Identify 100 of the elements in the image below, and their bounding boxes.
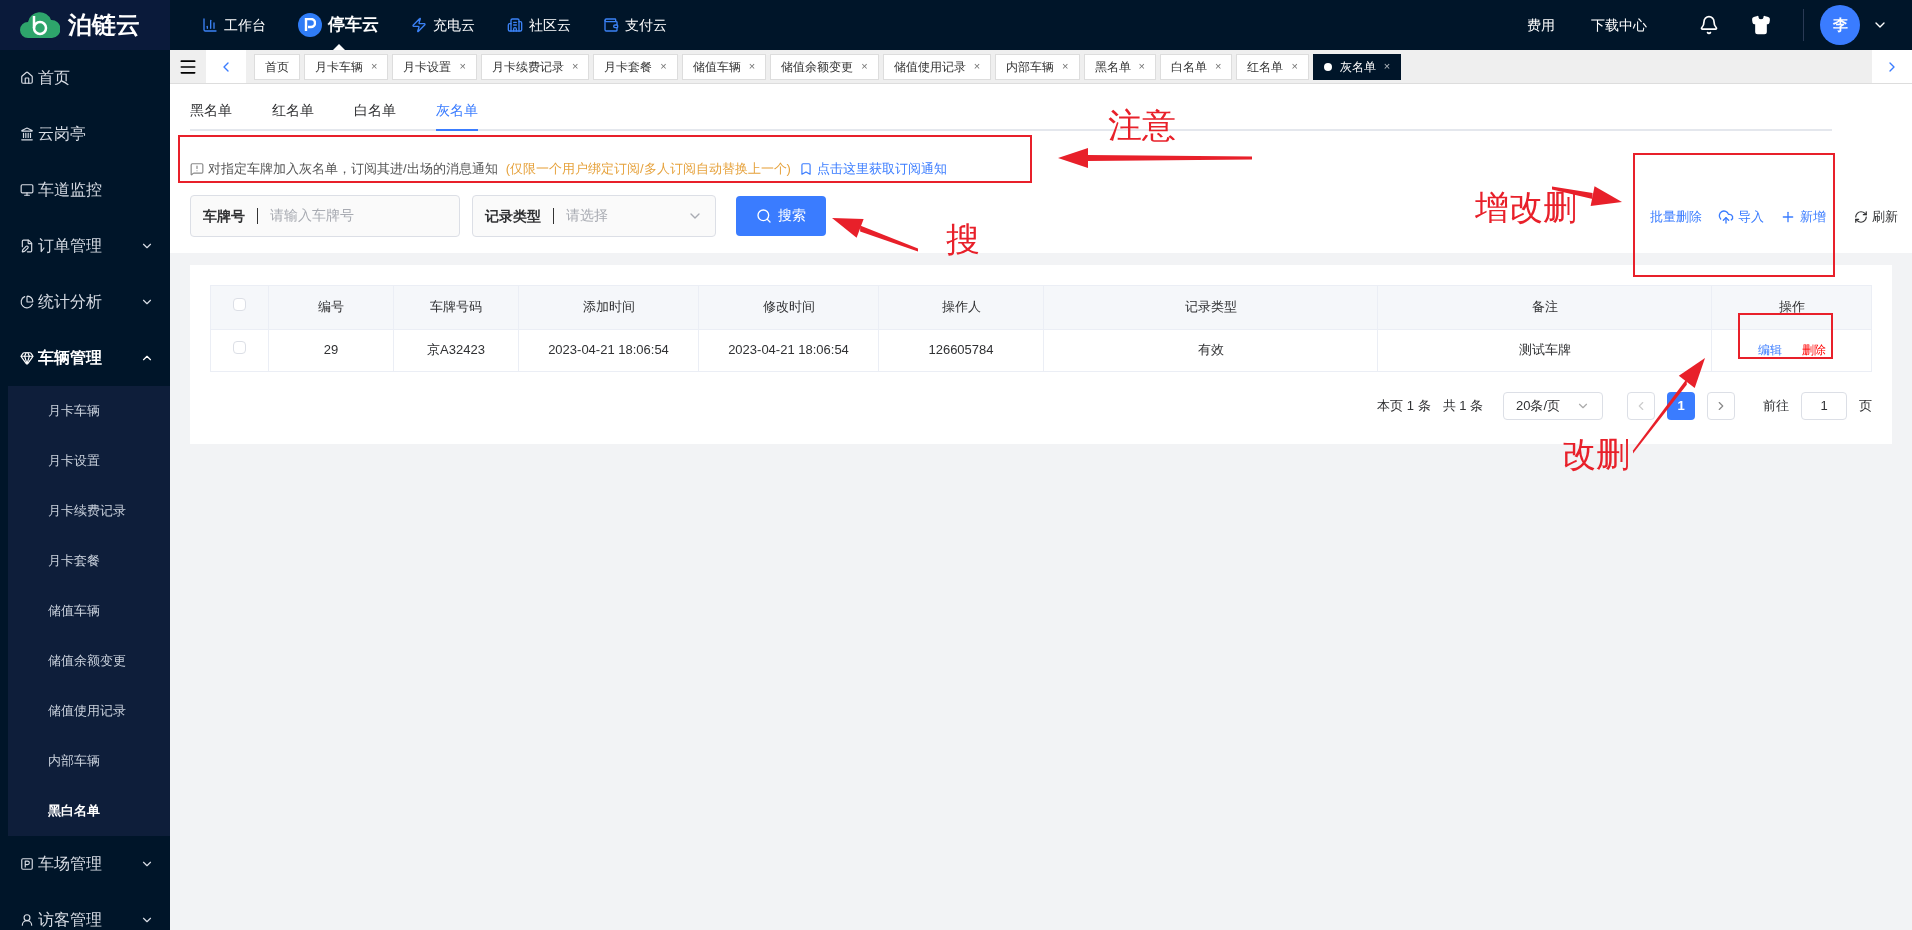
monitor-icon xyxy=(20,183,34,197)
close-icon[interactable]: × xyxy=(1291,58,1298,75)
chart-icon xyxy=(202,17,218,33)
page-tab[interactable]: 储值余额变更 × xyxy=(770,53,879,80)
top-link[interactable]: 下载中心 xyxy=(1591,14,1647,36)
delete-link[interactable]: 删除 xyxy=(1801,341,1826,359)
list-tab[interactable]: 黑名单 xyxy=(190,92,232,131)
search-button[interactable]: 搜索 xyxy=(736,195,826,236)
page-suffix: 页 xyxy=(1859,396,1872,415)
page-tab[interactable]: 黑名单 × xyxy=(1083,53,1156,80)
page-size-select[interactable]: 20条/页 xyxy=(1503,391,1603,420)
close-icon[interactable]: × xyxy=(1062,58,1069,75)
top-link[interactable]: 费用 xyxy=(1527,14,1555,36)
table-cell: 有效 xyxy=(1043,329,1378,371)
page-tab[interactable]: 储值车辆 × xyxy=(681,53,767,80)
page-tab[interactable]: 月卡套餐 × xyxy=(593,53,678,80)
close-icon[interactable]: × xyxy=(660,58,667,75)
user-avatar[interactable]: 李 xyxy=(1820,5,1860,45)
record-type-field[interactable]: 记录类型 请选择 xyxy=(472,194,716,237)
toolbar-action[interactable]: 批量删除 xyxy=(1650,207,1702,227)
sidebar-item[interactable]: 车道监控 xyxy=(0,162,170,218)
sidebar-item[interactable]: 云岗亭 xyxy=(0,106,170,162)
toolbar-action[interactable]: 刷新 xyxy=(1854,207,1898,227)
cloud-logo-icon xyxy=(20,10,60,40)
plate-number-input[interactable]: 请输入车牌号 xyxy=(270,205,447,226)
page-tab[interactable]: 灰名单 × xyxy=(1312,53,1402,80)
brand-name: 泊链云 xyxy=(68,10,140,40)
sidebar-item[interactable]: 访客管理 xyxy=(0,892,170,930)
sidebar-item[interactable]: 车场管理 xyxy=(0,836,170,892)
search-icon xyxy=(756,207,772,224)
row-checkbox[interactable] xyxy=(233,341,246,355)
submenu-item[interactable]: 月卡续费记录 xyxy=(8,486,170,536)
column-header: 备注 xyxy=(1377,285,1712,329)
close-icon[interactable]: × xyxy=(1383,58,1391,75)
page-count: 本页 1 条 xyxy=(1377,396,1431,415)
close-icon[interactable]: × xyxy=(861,58,868,75)
top-nav-link[interactable]: 工作台 xyxy=(202,0,266,50)
page-tab[interactable]: 白名单 × xyxy=(1159,53,1233,80)
submenu-item[interactable]: 内部车辆 xyxy=(8,736,170,786)
lightning-icon xyxy=(411,17,427,33)
toolbar-action[interactable]: 导入 xyxy=(1718,207,1764,227)
sidebar-item[interactable]: 车辆管理 xyxy=(0,330,170,386)
edit-icon xyxy=(20,239,34,253)
pie-chart-icon xyxy=(20,295,34,309)
goto-page-field[interactable]: 1 xyxy=(1801,391,1847,420)
page-tab[interactable]: 月卡车辆 × xyxy=(304,53,389,80)
submenu-item[interactable]: 储值车辆 xyxy=(8,586,170,636)
submenu-item[interactable]: 储值使用记录 xyxy=(8,686,170,736)
page-tab[interactable]: 储值使用记录 × xyxy=(882,53,992,80)
column-header: 添加时间 xyxy=(518,285,699,329)
page-tab[interactable]: 红名单 × xyxy=(1236,53,1309,80)
close-icon[interactable]: × xyxy=(1214,58,1222,75)
next-page-button[interactable] xyxy=(1707,391,1735,420)
column-header: 修改时间 xyxy=(698,285,879,329)
close-icon[interactable]: × xyxy=(371,58,378,75)
edit-link[interactable]: 编辑 xyxy=(1757,341,1782,359)
select-all-checkbox[interactable] xyxy=(233,298,246,312)
subscribe-link[interactable]: 点击这里获取订阅通知 xyxy=(816,159,947,179)
close-icon[interactable]: × xyxy=(459,58,466,75)
top-nav-link[interactable]: 支付云 xyxy=(603,0,667,50)
list-tab[interactable]: 白名单 xyxy=(354,92,396,131)
close-icon[interactable]: × xyxy=(748,58,756,75)
table-cell: 126605784 xyxy=(878,329,1044,371)
table-cell: 京A32423 xyxy=(393,329,519,371)
submenu-item[interactable]: 月卡设置 xyxy=(8,436,170,486)
building-icon xyxy=(507,17,523,33)
prev-page-button[interactable] xyxy=(1627,391,1655,420)
page-tab[interactable]: 月卡设置 × xyxy=(392,53,477,80)
notification-icon[interactable] xyxy=(1699,15,1719,35)
sidebar-item[interactable]: 首页 xyxy=(0,50,170,106)
list-tab[interactable]: 红名单 xyxy=(272,92,314,131)
filter-label: 记录类型 xyxy=(485,207,554,224)
record-type-select[interactable]: 请选择 xyxy=(566,205,687,226)
page-tab[interactable]: 月卡续费记录 × xyxy=(480,53,590,80)
close-icon[interactable]: × xyxy=(1138,58,1145,75)
sidebar-item[interactable]: 统计分析 xyxy=(0,274,170,330)
scroll-right-button[interactable] xyxy=(1872,50,1912,83)
notice-warning: (仅限一个用户绑定订阅/多人订阅自动替换上一个) xyxy=(505,160,791,178)
column-header: 操作人 xyxy=(878,285,1044,329)
toolbar-action[interactable]: 新增 xyxy=(1780,207,1826,227)
goto-label: 前往 xyxy=(1763,396,1789,415)
bookmark-icon xyxy=(798,161,813,176)
top-nav-link[interactable]: 充电云 xyxy=(411,0,475,50)
close-icon[interactable]: × xyxy=(973,58,981,75)
submenu-item[interactable]: 月卡套餐 xyxy=(8,536,170,586)
page-number[interactable]: 1 xyxy=(1667,391,1695,420)
submenu-item[interactable]: 月卡车辆 xyxy=(8,386,170,436)
sidebar-item[interactable]: 订单管理 xyxy=(0,218,170,274)
top-nav-link[interactable]: 社区云 xyxy=(507,0,571,50)
page-tab[interactable]: 首页 xyxy=(254,53,300,80)
submenu-item[interactable]: 储值余额变更 xyxy=(8,636,170,686)
page-tab[interactable]: 内部车辆 × xyxy=(995,53,1080,80)
shirt-icon[interactable] xyxy=(1751,15,1771,35)
close-icon[interactable]: × xyxy=(571,58,579,75)
scroll-left-button[interactable] xyxy=(206,50,246,83)
submenu-item[interactable]: 黑白名单 xyxy=(8,786,170,836)
parking-icon xyxy=(20,857,34,871)
plate-number-field[interactable]: 车牌号 请输入车牌号 xyxy=(190,194,460,237)
column-header: 编号 xyxy=(268,285,394,329)
list-tab[interactable]: 灰名单 xyxy=(436,92,478,131)
